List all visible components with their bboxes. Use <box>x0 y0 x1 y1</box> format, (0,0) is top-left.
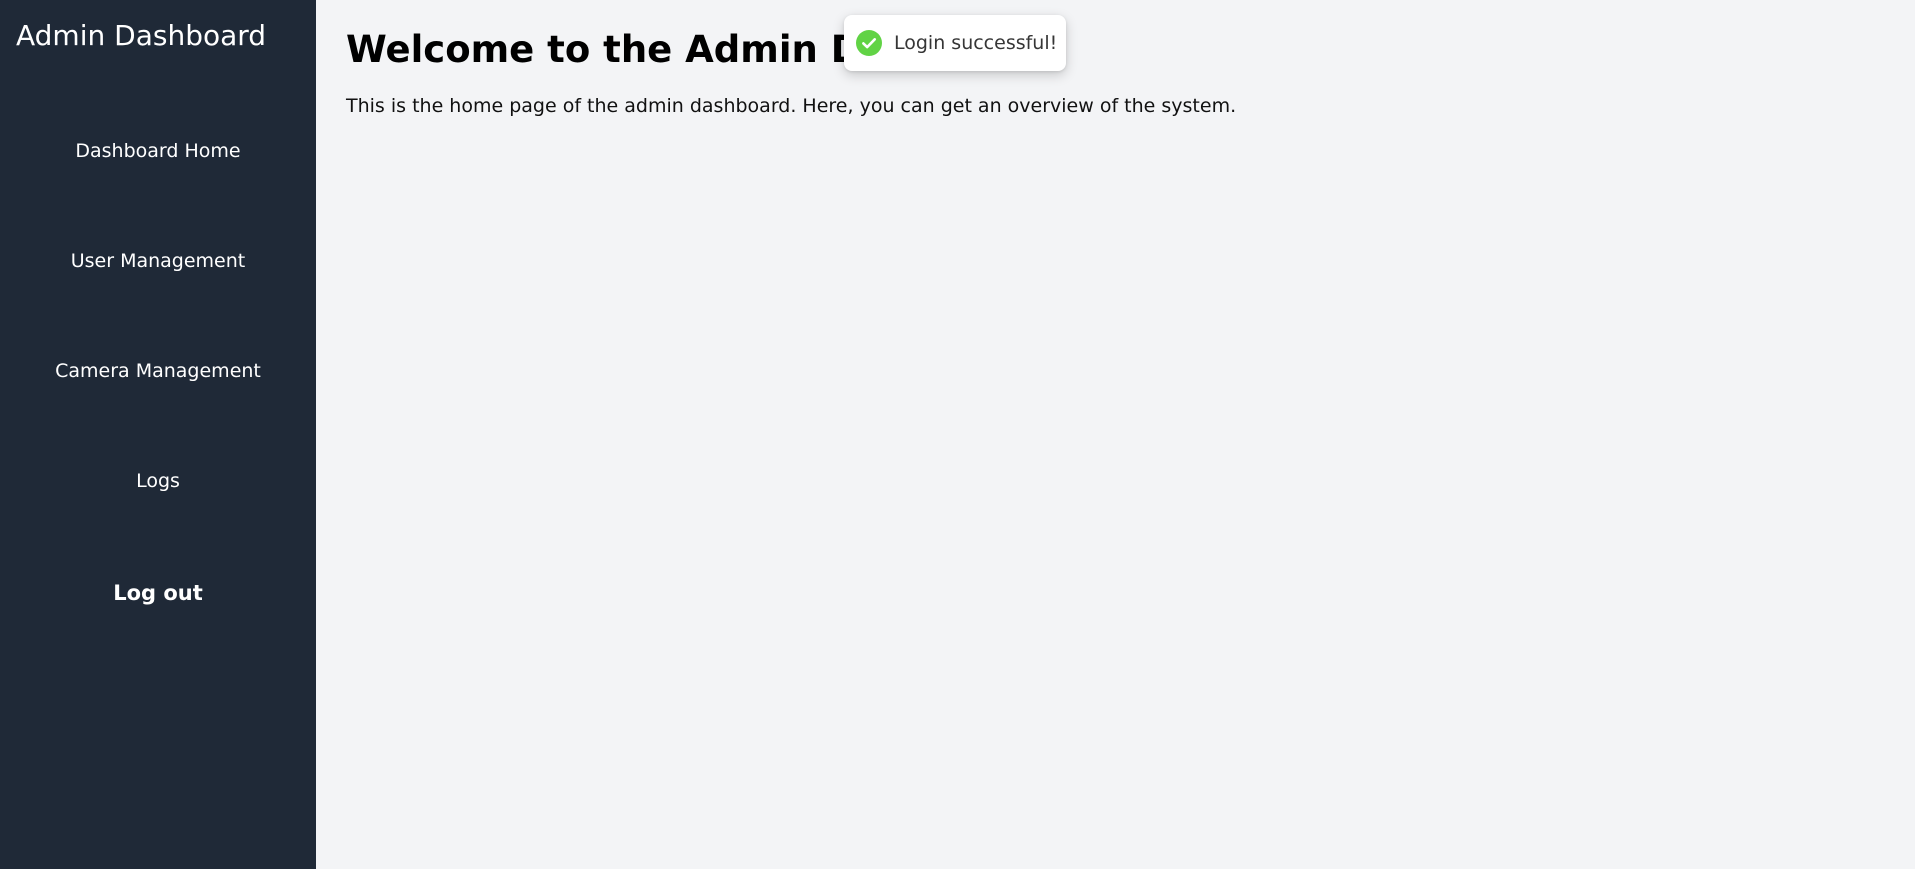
sidebar: Admin Dashboard Dashboard Home User Mana… <box>0 0 316 869</box>
toast-message: Login successful! <box>894 32 1058 54</box>
app-root: Admin Dashboard Dashboard Home User Mana… <box>0 0 1915 869</box>
sidebar-title: Admin Dashboard <box>16 19 267 52</box>
check-circle-icon <box>856 30 882 56</box>
logout-button[interactable]: Log out <box>0 573 316 613</box>
sidebar-item-camera-management[interactable]: Camera Management <box>0 351 316 391</box>
sidebar-item-dashboard-home[interactable]: Dashboard Home <box>0 131 316 171</box>
toast-notification: Login successful! <box>844 15 1066 71</box>
sidebar-item-user-management[interactable]: User Management <box>0 241 316 281</box>
sidebar-item-logs[interactable]: Logs <box>0 461 316 501</box>
page-description: This is the home page of the admin dashb… <box>346 95 1237 117</box>
